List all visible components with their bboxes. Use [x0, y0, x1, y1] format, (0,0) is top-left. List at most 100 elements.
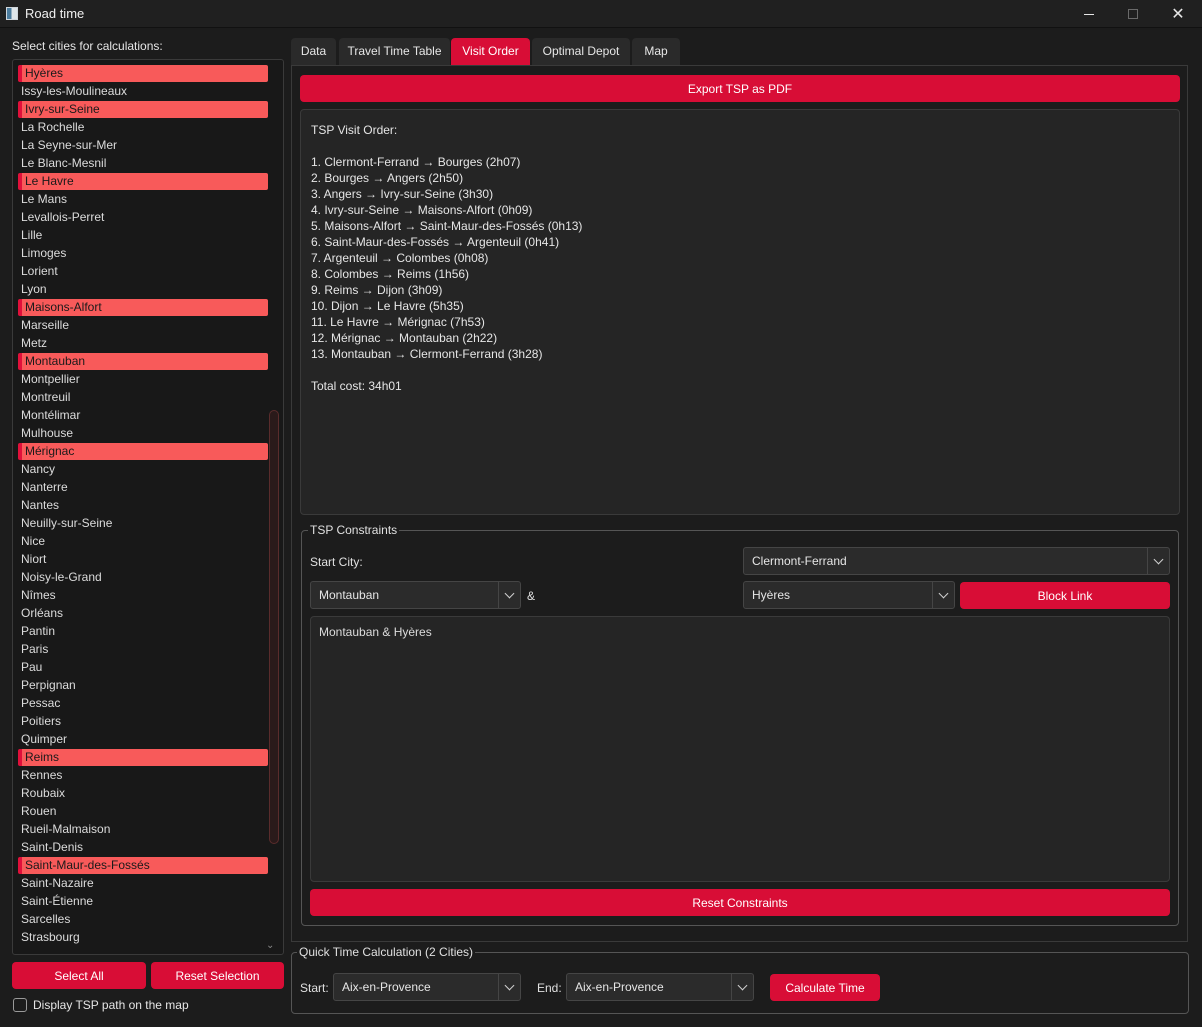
block-city-a-dropdown[interactable]: Montauban [310, 581, 521, 609]
city-list-item[interactable]: Levallois-Perret [18, 209, 268, 226]
tsp-step: 7. Argenteuil → Colombes (0h08) [311, 251, 489, 265]
city-list-item[interactable]: Lille [18, 227, 268, 244]
city-list-item[interactable]: Paris [18, 641, 268, 658]
tsp-step: 10. Dijon → Le Havre (5h35) [311, 299, 464, 313]
city-list-item[interactable]: Montpellier [18, 371, 268, 388]
block-link-button[interactable]: Block Link [960, 582, 1170, 609]
city-list-item[interactable]: Montreuil [18, 389, 268, 406]
city-list-item[interactable]: Orléans [18, 605, 268, 622]
city-list-item[interactable]: Quimper [18, 731, 268, 748]
city-list-item[interactable]: La Rochelle [18, 119, 268, 136]
city-list-item[interactable]: Rueil-Malmaison [18, 821, 268, 838]
tsp-heading: TSP Visit Order: [311, 123, 398, 137]
city-list-item[interactable]: Pau [18, 659, 268, 676]
city-list-item[interactable]: Mulhouse [18, 425, 268, 442]
quick-end-label: End: [537, 981, 562, 995]
city-list-item[interactable]: Pessac [18, 695, 268, 712]
city-list-item[interactable]: Le Havre [18, 173, 268, 190]
chevron-down-icon [731, 974, 753, 1000]
quick-time-title: Quick Time Calculation (2 Cities) [297, 945, 476, 959]
city-list-item[interactable]: Metz [18, 335, 268, 352]
city-list-item[interactable]: Mérignac [18, 443, 268, 460]
display-tsp-checkbox-row[interactable]: Display TSP path on the map [13, 998, 189, 1012]
city-list-item[interactable]: Poitiers [18, 713, 268, 730]
city-list-item[interactable]: Hyères [18, 65, 268, 82]
city-list-item[interactable]: Issy-les-Moulineaux [18, 83, 268, 100]
city-list-item[interactable]: Le Mans [18, 191, 268, 208]
tsp-total-cost: Total cost: 34h01 [311, 379, 402, 393]
city-list-item[interactable]: Rouen [18, 803, 268, 820]
city-list[interactable]: ⌄ Hyères Issy-les-Moulineaux Ivry-sur-Sein… [12, 59, 284, 955]
city-list-item[interactable]: Roubaix [18, 785, 268, 802]
tsp-step: 13. Montauban → Clermont-Ferrand (3h28) [311, 347, 543, 361]
tsp-step: 8. Colombes → Reims (1h56) [311, 267, 470, 281]
city-list-item[interactable]: Nanterre [18, 479, 268, 496]
tab-travel-time-table[interactable]: Travel Time Table [339, 38, 450, 65]
tsp-result-box: TSP Visit Order: 1. Clermont-Ferrand → B… [300, 109, 1180, 515]
app-icon [6, 7, 18, 20]
minimize-button[interactable] [1066, 0, 1112, 28]
city-list-item[interactable]: Sarcelles [18, 911, 268, 928]
tsp-step: 5. Maisons-Alfort → Saint-Maur-des-Fossé… [311, 219, 583, 233]
city-list-item[interactable]: Saint-Nazaire [18, 875, 268, 892]
tsp-step: 11. Le Havre → Mérignac (7h53) [311, 315, 485, 329]
city-list-item[interactable]: Saint-Maur-des-Fossés [18, 857, 268, 874]
city-list-item[interactable]: Limoges [18, 245, 268, 262]
city-list-item[interactable]: Lorient [18, 263, 268, 280]
tsp-step: 9. Reims → Dijon (3h09) [311, 283, 443, 297]
calculate-time-button[interactable]: Calculate Time [770, 974, 880, 1001]
city-list-item[interactable]: Maisons-Alfort [18, 299, 268, 316]
title-bar: Road time ✕ [0, 0, 1202, 28]
maximize-icon [1128, 9, 1138, 19]
city-list-item[interactable]: Niort [18, 551, 268, 568]
tab-visit-order[interactable]: Visit Order [451, 38, 530, 65]
start-city-dropdown[interactable]: Clermont-Ferrand [743, 547, 1170, 575]
chevron-down-icon [932, 582, 954, 608]
city-list-item[interactable]: Nîmes [18, 587, 268, 604]
reset-constraints-button[interactable]: Reset Constraints [310, 889, 1170, 916]
city-list-scrollbar[interactable] [269, 410, 279, 844]
select-all-button[interactable]: Select All [12, 962, 146, 989]
city-list-item[interactable]: Montélimar [18, 407, 268, 424]
tsp-step: 12. Mérignac → Montauban (2h22) [311, 331, 498, 345]
display-tsp-checkbox[interactable] [13, 998, 27, 1012]
maximize-button[interactable] [1110, 0, 1156, 28]
tab-data[interactable]: Data [291, 38, 336, 65]
city-list-item[interactable]: Noisy-le-Grand [18, 569, 268, 586]
start-city-value: Clermont-Ferrand [752, 554, 847, 568]
city-list-item[interactable]: Le Blanc-Mesnil [18, 155, 268, 172]
city-list-item[interactable]: Reims [18, 749, 268, 766]
block-city-a-value: Montauban [319, 588, 380, 602]
city-list-item[interactable]: Lyon [18, 281, 268, 298]
city-list-item[interactable]: Marseille [18, 317, 268, 334]
city-list-item[interactable]: Nice [18, 533, 268, 550]
tab-map[interactable]: Map [632, 38, 680, 65]
blocked-link-item: Montauban & Hyères [319, 625, 432, 639]
start-city-label: Start City: [310, 555, 363, 569]
block-city-b-value: Hyères [752, 588, 791, 602]
block-city-b-dropdown[interactable]: Hyères [743, 581, 955, 609]
city-list-item[interactable]: Pantin [18, 623, 268, 640]
tab-optimal-depot[interactable]: Optimal Depot [532, 38, 630, 65]
quick-end-dropdown[interactable]: Aix-en-Provence [566, 973, 754, 1001]
city-list-item[interactable]: La Seyne-sur-Mer [18, 137, 268, 154]
reset-selection-button[interactable]: Reset Selection [151, 962, 284, 989]
city-list-item[interactable]: Saint-Étienne [18, 893, 268, 910]
city-list-item[interactable]: Rennes [18, 767, 268, 784]
city-list-item[interactable]: Nantes [18, 497, 268, 514]
chevron-down-icon [498, 974, 520, 1000]
city-list-item[interactable]: Nancy [18, 461, 268, 478]
close-icon: ✕ [1171, 6, 1185, 23]
city-list-item[interactable]: Perpignan [18, 677, 268, 694]
quick-start-dropdown[interactable]: Aix-en-Provence [333, 973, 521, 1001]
chevron-down-icon [498, 582, 520, 608]
city-list-item[interactable]: Montauban [18, 353, 268, 370]
tsp-step: 6. Saint-Maur-des-Fossés → Argenteuil (0… [311, 235, 560, 249]
export-tsp-pdf-button[interactable]: Export TSP as PDF [300, 75, 1180, 102]
city-list-item[interactable]: Ivry-sur-Seine [18, 101, 268, 118]
tsp-step: 3. Angers → Ivry-sur-Seine (3h30) [311, 187, 494, 201]
city-list-item[interactable]: Saint-Denis [18, 839, 268, 856]
close-button[interactable]: ✕ [1155, 0, 1201, 28]
city-list-item[interactable]: Neuilly-sur-Seine [18, 515, 268, 532]
city-list-item[interactable]: Strasbourg [18, 929, 268, 946]
